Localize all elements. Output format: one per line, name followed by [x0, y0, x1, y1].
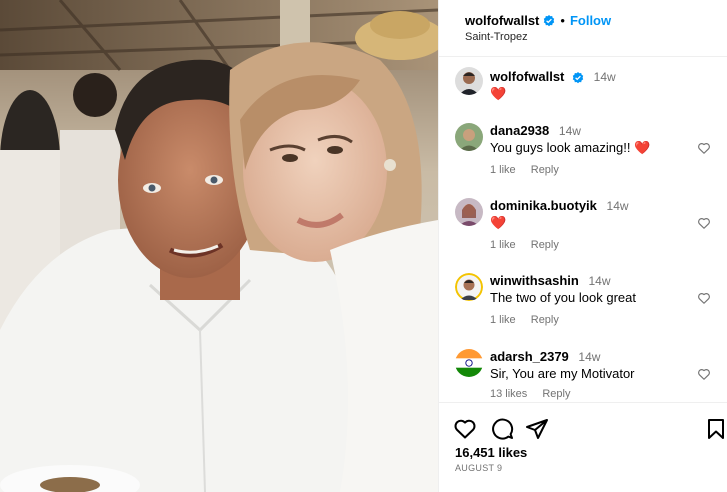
- comment-item: adarsh_2379 14w Sir, You are my Motivato…: [439, 346, 727, 402]
- caption-text: ❤️: [490, 86, 507, 101]
- india-flag-avatar: [455, 349, 483, 377]
- comment-username[interactable]: dana2938: [490, 123, 549, 138]
- separator-dot: •: [560, 13, 565, 28]
- avatar-image: [455, 67, 483, 95]
- comment-item: dana2938 14w You guys look amazing!! ❤️ …: [439, 118, 727, 194]
- post-header: wolfofwallst • Follow Saint-Tropez: [439, 0, 727, 57]
- comment-header: dominika.buotyik 14w: [490, 198, 629, 213]
- avatar[interactable]: [455, 67, 483, 95]
- comment-text: You guys look amazing!! ❤️: [490, 140, 651, 155]
- comment-meta: 1 like Reply: [490, 164, 571, 176]
- comment-meta: 1 like Reply: [490, 239, 571, 251]
- comment-text: The two of you look great: [490, 290, 636, 305]
- heart-outline-icon[interactable]: [697, 141, 711, 155]
- avatar-image: [455, 198, 483, 226]
- heart-outline-icon[interactable]: [697, 367, 711, 381]
- comment-like-count[interactable]: 1 like: [490, 164, 516, 176]
- author-username[interactable]: wolfofwallst: [465, 13, 539, 28]
- comment-username[interactable]: dominika.buotyik: [490, 198, 597, 213]
- comment-like-count[interactable]: 1 like: [490, 314, 516, 326]
- caption-item: wolfofwallst 14w ❤️: [439, 58, 727, 118]
- caption-username[interactable]: wolfofwallst: [490, 69, 564, 84]
- comment-like-count[interactable]: 13 likes: [490, 388, 527, 400]
- comment-item: winwithsashin 14w The two of you look gr…: [439, 270, 727, 346]
- post-author: wolfofwallst • Follow: [465, 13, 611, 28]
- comment-item: dominika.buotyik 14w ❤️ 1 like Reply: [439, 194, 727, 270]
- avatar[interactable]: [455, 273, 483, 301]
- reply-button[interactable]: Reply: [531, 239, 559, 251]
- comment-text: ❤️: [490, 215, 507, 230]
- post-side-panel: wolfofwallst • Follow Saint-Tropez wolfo…: [438, 0, 727, 492]
- comment-header: adarsh_2379 14w: [490, 349, 600, 364]
- caption-header: wolfofwallst 14w: [490, 69, 616, 84]
- comment-time[interactable]: 14w: [607, 199, 629, 213]
- bookmark-icon[interactable]: [704, 417, 727, 441]
- comment-like-count[interactable]: 1 like: [490, 239, 516, 251]
- post-date[interactable]: AUGUST 9: [455, 463, 502, 473]
- comment-username[interactable]: winwithsashin: [490, 273, 579, 288]
- reply-button[interactable]: Reply: [542, 388, 570, 400]
- caption-time[interactable]: 14w: [594, 70, 616, 84]
- avatar[interactable]: [455, 198, 483, 226]
- paper-plane-icon[interactable]: [525, 417, 549, 441]
- comment-time[interactable]: 14w: [588, 274, 610, 288]
- post-photo[interactable]: [0, 0, 438, 492]
- heart-outline-icon[interactable]: [697, 291, 711, 305]
- reply-button[interactable]: Reply: [531, 314, 559, 326]
- verified-badge-icon: [572, 71, 584, 83]
- heart-outline-icon[interactable]: [453, 417, 477, 441]
- avatar[interactable]: [455, 349, 483, 377]
- verified-badge-icon: [544, 14, 555, 26]
- comment-time[interactable]: 14w: [578, 350, 600, 364]
- avatar[interactable]: [455, 123, 483, 151]
- comment-time[interactable]: 14w: [559, 124, 581, 138]
- post-location[interactable]: Saint-Tropez: [465, 31, 528, 43]
- comment-header: winwithsashin 14w: [490, 273, 610, 288]
- avatar-image: [455, 123, 483, 151]
- comment-meta: 1 like Reply: [490, 314, 571, 326]
- photo-illustration: [0, 0, 438, 492]
- comment-header: dana2938 14w: [490, 123, 581, 138]
- comment-text: Sir, You are my Motivator: [490, 366, 635, 381]
- follow-button[interactable]: Follow: [570, 13, 611, 28]
- comments-list[interactable]: wolfofwallst 14w ❤️ dana2938 14w You guy…: [439, 58, 727, 402]
- comment-bubble-icon[interactable]: [490, 417, 514, 441]
- heart-outline-icon[interactable]: [697, 216, 711, 230]
- like-count[interactable]: 16,451 likes: [455, 445, 527, 460]
- avatar-image: [455, 273, 483, 301]
- comment-meta: 13 likes Reply: [490, 388, 582, 400]
- comment-username[interactable]: adarsh_2379: [490, 349, 569, 364]
- reply-button[interactable]: Reply: [531, 164, 559, 176]
